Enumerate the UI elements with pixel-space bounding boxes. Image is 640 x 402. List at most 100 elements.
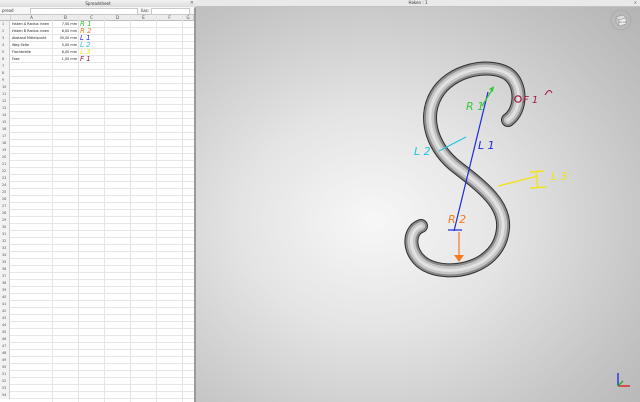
table-row[interactable]: 12 [0, 98, 194, 105]
row-number[interactable]: 16 [0, 126, 10, 133]
row-number[interactable]: 3 [0, 35, 10, 42]
table-row[interactable]: 42 [0, 308, 194, 315]
row-number[interactable]: 31 [0, 231, 10, 238]
table-row[interactable]: 36 [0, 266, 194, 273]
table-row[interactable]: 3 Abstand Mittelpunkt 30,00 mm L 1 [0, 35, 194, 42]
table-row[interactable]: 21 [0, 161, 194, 168]
row-number[interactable]: 49 [0, 357, 10, 364]
cell-name[interactable]: Haken B Radius innen [12, 28, 52, 35]
table-row[interactable]: 54 [0, 392, 194, 399]
table-row[interactable]: 38 [0, 280, 194, 287]
table-row[interactable]: 43 [0, 315, 194, 322]
row-number[interactable]: 43 [0, 315, 10, 322]
table-row[interactable]: 24 [0, 182, 194, 189]
row-number[interactable]: 21 [0, 161, 10, 168]
table-row[interactable]: 26 [0, 196, 194, 203]
table-row[interactable]: 45 [0, 329, 194, 336]
table-row[interactable]: 39 [0, 287, 194, 294]
table-row[interactable]: 4 Weg Seite 5,00 mm L 2 [0, 42, 194, 49]
row-number[interactable]: 4 [0, 42, 10, 49]
table-row[interactable]: 5 Flachbreite 6,00 mm L 3 [0, 49, 194, 56]
cell-value[interactable]: 1,00 mm [53, 56, 77, 63]
row-number[interactable]: 36 [0, 266, 10, 273]
3d-viewport[interactable]: Haken : 1 ✕ R 1 R 2 L 1 L 2 L 3 F 1 FRON… [196, 0, 640, 402]
row-number[interactable]: 47 [0, 343, 10, 350]
table-row[interactable]: 53 [0, 385, 194, 392]
table-row[interactable]: 19 [0, 147, 194, 154]
row-number[interactable]: 29 [0, 217, 10, 224]
row-number[interactable]: 10 [0, 84, 10, 91]
table-row[interactable]: 8 [0, 70, 194, 77]
row-number[interactable]: 42 [0, 308, 10, 315]
row-number[interactable]: 22 [0, 168, 10, 175]
table-row[interactable]: 11 [0, 91, 194, 98]
row-number[interactable]: 26 [0, 196, 10, 203]
row-number[interactable]: 53 [0, 385, 10, 392]
table-row[interactable]: 30 [0, 224, 194, 231]
table-row[interactable]: 48 [0, 350, 194, 357]
row-number[interactable]: 52 [0, 378, 10, 385]
row-number[interactable]: 19 [0, 147, 10, 154]
cell-content-field[interactable] [30, 8, 138, 15]
table-row[interactable]: 16 [0, 126, 194, 133]
row-number[interactable]: 39 [0, 287, 10, 294]
row-number[interactable]: 18 [0, 140, 10, 147]
row-number[interactable]: 34 [0, 252, 10, 259]
row-number[interactable]: 32 [0, 238, 10, 245]
table-row[interactable]: 28 [0, 210, 194, 217]
s-hook-model[interactable]: R 1 R 2 L 1 L 2 L 3 F 1 [196, 0, 640, 402]
cell-value[interactable]: 7,00 mm [53, 21, 77, 28]
row-number[interactable]: 38 [0, 280, 10, 287]
table-row[interactable]: 9 [0, 77, 194, 84]
row-number[interactable]: 11 [0, 91, 10, 98]
cell-handwritten-label[interactable]: F 1 [80, 56, 91, 63]
table-row[interactable]: 10 [0, 84, 194, 91]
table-row[interactable]: 29 [0, 217, 194, 224]
table-row[interactable]: 17 [0, 133, 194, 140]
table-row[interactable]: 18 [0, 140, 194, 147]
table-row[interactable]: 22 [0, 168, 194, 175]
table-row[interactable]: 35 [0, 259, 194, 266]
row-number[interactable]: 1 [0, 21, 10, 28]
row-number[interactable]: 5 [0, 49, 10, 56]
row-number[interactable]: 9 [0, 77, 10, 84]
row-number[interactable]: 25 [0, 189, 10, 196]
table-row[interactable]: 44 [0, 322, 194, 329]
row-number[interactable]: 51 [0, 371, 10, 378]
s-hook-body[interactable] [404, 61, 526, 278]
row-number[interactable]: 23 [0, 175, 10, 182]
row-number[interactable]: 12 [0, 98, 10, 105]
row-number[interactable]: 35 [0, 259, 10, 266]
cell-name[interactable]: Flachbreite [12, 49, 52, 56]
row-number[interactable]: 8 [0, 70, 10, 77]
row-number[interactable]: 2 [0, 28, 10, 35]
row-number[interactable]: 28 [0, 210, 10, 217]
row-number[interactable]: 7 [0, 63, 10, 70]
cell-name[interactable]: Haken A Radius innen [12, 21, 52, 28]
table-row[interactable]: 52 [0, 378, 194, 385]
cell-name[interactable]: Abstand Mittelpunkt [12, 35, 52, 42]
row-number[interactable]: 24 [0, 182, 10, 189]
table-row[interactable]: 13 [0, 105, 194, 112]
row-number[interactable]: 14 [0, 112, 10, 119]
row-number[interactable]: 15 [0, 119, 10, 126]
table-row[interactable]: 37 [0, 273, 194, 280]
row-number[interactable]: 30 [0, 224, 10, 231]
table-row[interactable]: 31 [0, 231, 194, 238]
row-number[interactable]: 45 [0, 329, 10, 336]
cell-value[interactable]: 5,00 mm [53, 42, 77, 49]
cell-name[interactable]: Weg Seite [12, 42, 52, 49]
table-row[interactable]: 25 [0, 189, 194, 196]
table-row[interactable]: 15 [0, 119, 194, 126]
table-row[interactable]: 14 [0, 112, 194, 119]
row-number[interactable]: 44 [0, 322, 10, 329]
table-row[interactable]: 51 [0, 371, 194, 378]
alias-field[interactable] [151, 8, 190, 15]
row-number[interactable]: 6 [0, 56, 10, 63]
table-row[interactable]: 1 Haken A Radius innen 7,00 mm R 1 [0, 21, 194, 28]
table-row[interactable]: 33 [0, 245, 194, 252]
table-row[interactable]: 6 Fase 1,00 mm F 1 [0, 56, 194, 63]
close-icon[interactable]: ✕ [190, 0, 194, 7]
row-number[interactable]: 50 [0, 364, 10, 371]
table-row[interactable]: 23 [0, 175, 194, 182]
